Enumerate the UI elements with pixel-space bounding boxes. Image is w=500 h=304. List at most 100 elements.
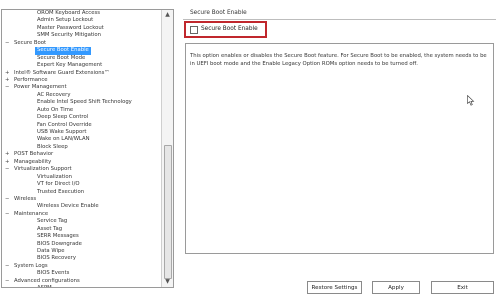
tree-item-label: BIOS Events — [37, 270, 70, 277]
apply-button[interactable]: Apply — [372, 281, 420, 294]
tree-item[interactable]: Block Sleep — [2, 144, 161, 151]
tree-item-label: Secure Boot Mode — [37, 54, 86, 61]
tree-item[interactable]: + POST Behavior — [2, 151, 161, 158]
tree-item[interactable]: VT for Direct I/O — [2, 181, 161, 188]
expand-icon[interactable]: + — [5, 151, 11, 158]
tree-item-label: Intel® Software Guard Extensions™ — [14, 69, 110, 76]
collapse-icon[interactable]: − — [5, 196, 11, 203]
tree-item-label: Enable Intel Speed Shift Technology — [37, 99, 132, 106]
tree-item[interactable]: + Manageability — [2, 159, 161, 166]
tree-item-label: Maintenance — [14, 210, 49, 217]
tree-item-label: ASPM — [35, 285, 54, 287]
tree-item-label: Manageability — [14, 158, 52, 165]
scroll-up-arrow-icon[interactable]: ▲ — [162, 10, 173, 20]
panel-title: Secure Boot Enable — [190, 10, 247, 16]
description-text: This option enables or disables the Secu… — [190, 53, 487, 67]
scrollbar-thumb[interactable] — [164, 145, 172, 279]
secure-boot-enable-label[interactable]: Secure Boot Enable — [201, 26, 258, 32]
tree-item-label: SMM Security Mitigation — [37, 32, 101, 39]
tree-item-label: Wireless Device Enable — [37, 203, 99, 210]
settings-tree: OROM Keyboard Access Admin Setup Lockout M… — [1, 9, 174, 288]
tree-item[interactable]: Fan Control Override — [2, 122, 161, 129]
tree-item[interactable]: BIOS Downgrade — [2, 241, 161, 248]
tree-item[interactable]: Auto On Time — [2, 107, 161, 114]
tree-item[interactable]: Service Tag — [2, 218, 161, 225]
tree-item-label: USB Wake Support — [37, 129, 87, 135]
tree-item[interactable]: AC Recovery — [2, 92, 161, 99]
tree-item-label: Service Tag — [37, 218, 68, 225]
tree-item-label: Performance — [14, 76, 48, 83]
tree-item-label: SERR Messages — [37, 233, 79, 240]
tree-item[interactable]: − Power Management — [2, 84, 161, 91]
tree-item-label: System Logs — [14, 262, 48, 269]
panel-divider — [183, 19, 496, 20]
expand-icon[interactable]: + — [5, 77, 11, 84]
description-box: This option enables or disables the Secu… — [185, 43, 494, 254]
tree-item-label: Expert Key Management — [37, 62, 103, 69]
restore-settings-button[interactable]: Restore Settings — [307, 281, 362, 294]
tree-item[interactable]: − Maintenance — [2, 211, 161, 218]
tree-item[interactable]: − Secure Boot — [2, 40, 161, 47]
collapse-icon[interactable]: − — [5, 211, 11, 218]
tree-item-label: Admin Setup Lockout — [37, 17, 94, 24]
tree-item-label: VT for Direct I/O — [37, 181, 80, 188]
tree-item[interactable]: USB Wake Support — [2, 129, 161, 136]
tree-item[interactable]: SMM Security Mitigation — [2, 32, 161, 39]
tree-item-label: Master Password Lockout — [37, 24, 104, 31]
exit-button[interactable]: Exit — [431, 281, 494, 294]
tree-item[interactable]: Secure Boot Enable — [2, 47, 161, 55]
expand-icon[interactable]: + — [5, 70, 11, 77]
tree-item[interactable]: Wake on LAN/WLAN — [2, 136, 161, 143]
collapse-icon[interactable]: − — [5, 84, 11, 91]
tree-item[interactable]: Admin Setup Lockout — [2, 17, 161, 24]
tree-item[interactable]: − Virtualization Support — [2, 166, 161, 173]
tree-item[interactable]: Secure Boot Mode — [2, 55, 161, 62]
tree-item[interactable]: − Advanced configurations — [2, 278, 161, 285]
mouse-pointer-icon — [467, 95, 475, 106]
tree-item[interactable]: Master Password Lockout — [2, 25, 161, 32]
tree-item[interactable]: Deep Sleep Control — [2, 114, 161, 121]
tree-item[interactable]: + Performance — [2, 77, 161, 84]
tree-item[interactable]: BIOS Events — [2, 270, 161, 277]
tree-item-label: Advanced configurations — [14, 277, 80, 284]
tree-item[interactable]: SERR Messages — [2, 233, 161, 240]
tree-item[interactable]: + Intel® Software Guard Extensions™ — [2, 70, 161, 77]
tree-item-label: Virtualization — [37, 173, 72, 180]
tree-item-label: Block Sleep — [37, 143, 68, 150]
tree-item[interactable]: OROM Keyboard Access — [2, 10, 161, 17]
tree-item[interactable]: − Wireless — [2, 196, 161, 203]
tree-item-label: Wake on LAN/WLAN — [37, 136, 90, 143]
tree-item-label: Power Management — [14, 84, 67, 91]
collapse-icon[interactable]: − — [5, 263, 11, 270]
collapse-icon[interactable]: − — [5, 278, 11, 285]
tree-item-label: Secure Boot — [14, 39, 47, 46]
tree-item-label: Wireless — [14, 195, 37, 202]
tree-item[interactable]: Enable Intel Speed Shift Technology — [2, 99, 161, 106]
tree-item[interactable]: BIOS Recovery — [2, 255, 161, 262]
tree-item-label: Asset Tag — [37, 225, 63, 232]
tree-item[interactable]: Expert Key Management — [2, 62, 161, 69]
settings-tree-list: OROM Keyboard Access Admin Setup Lockout M… — [2, 10, 161, 287]
tree-item-label: Auto On Time — [37, 106, 74, 113]
tree-item[interactable]: Wireless Device Enable — [2, 203, 161, 210]
tree-item-label: Data Wipe — [37, 248, 65, 254]
tree-item[interactable]: Virtualization — [2, 174, 161, 181]
tree-item[interactable]: ASPM — [2, 285, 161, 287]
tree-scrollbar[interactable]: ▲ ▼ — [161, 10, 173, 287]
tree-item-label: Fan Control Override — [37, 121, 92, 128]
tree-item[interactable]: Asset Tag — [2, 226, 161, 233]
tree-item[interactable]: Data Wipe — [2, 248, 161, 255]
tree-item[interactable]: − System Logs — [2, 263, 161, 270]
tree-item[interactable]: Trusted Execution — [2, 189, 161, 196]
tree-item-label: Virtualization Support — [14, 166, 72, 173]
tree-item-label: Trusted Execution — [37, 188, 85, 195]
collapse-icon[interactable]: − — [5, 40, 11, 47]
tree-item-label: BIOS Recovery — [37, 255, 76, 262]
tree-item-label: POST Behavior — [14, 151, 54, 158]
tree-item-label: Secure Boot Enable — [35, 47, 91, 55]
collapse-icon[interactable]: − — [5, 166, 11, 173]
secure-boot-enable-checkbox[interactable] — [190, 26, 198, 34]
tree-item-label: OROM Keyboard Access — [37, 10, 100, 16]
scroll-down-arrow-icon[interactable]: ▼ — [162, 277, 173, 287]
expand-icon[interactable]: + — [5, 159, 11, 166]
